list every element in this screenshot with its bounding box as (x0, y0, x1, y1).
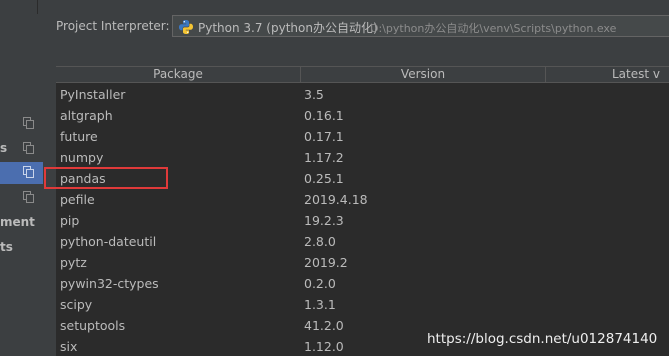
sidebar-item-5[interactable]: ment (0, 212, 43, 234)
sidebar-divider (37, 0, 38, 14)
package-version: 0.2.0 (304, 276, 336, 291)
package-version: 1.17.2 (304, 150, 344, 165)
package-version: 3.5 (304, 87, 324, 102)
package-name: setuptools (60, 318, 126, 333)
package-version: 0.16.1 (304, 108, 344, 123)
column-header-latest[interactable]: Latest v (546, 67, 669, 82)
settings-sidebar: s ment ts (0, 0, 43, 356)
table-row[interactable]: pywin32-ctypes 0.2.0 (56, 273, 669, 294)
interpreter-path: D:\python办公自动化\venv\Scripts\python.exe (370, 22, 617, 35)
watermark-text: https://blog.csdn.net/u012874140 (427, 331, 658, 347)
table-row[interactable]: scipy 1.3.1 (56, 294, 669, 315)
table-row[interactable]: future 0.17.1 (56, 126, 669, 147)
package-name: altgraph (60, 108, 113, 123)
package-name: pefile (60, 192, 95, 207)
package-name: PyInstaller (60, 87, 126, 102)
table-header: Package Version Latest v (56, 66, 669, 83)
python-icon (179, 20, 193, 34)
sidebar-item-label: ment (0, 215, 35, 229)
sidebar-item-4[interactable] (0, 187, 43, 209)
package-version: 41.2.0 (304, 318, 344, 333)
table-row[interactable]: python-dateutil 2.8.0 (56, 231, 669, 252)
sidebar-item-2[interactable]: s (0, 138, 43, 160)
package-name: numpy (60, 150, 104, 165)
package-name: pip (60, 213, 80, 228)
interpreter-select[interactable]: Python 3.7 (python办公自动化) D:\python办公自动化\… (172, 15, 669, 37)
copy-icon (23, 166, 34, 178)
sidebar-item-label: ts (0, 240, 13, 254)
package-name: python-dateutil (60, 234, 157, 249)
package-version: 1.12.0 (304, 339, 344, 354)
packages-table: Package Version Latest v PyInstaller 3.5… (56, 66, 669, 356)
copy-icon (23, 117, 34, 129)
package-version: 2019.2 (304, 255, 348, 270)
interpreter-label: Project Interpreter: (56, 19, 170, 33)
sidebar-item-label: s (0, 141, 8, 155)
copy-icon (23, 191, 34, 203)
pandas-highlight-box (44, 167, 168, 189)
table-row[interactable]: pefile 2019.4.18 (56, 189, 669, 210)
table-row[interactable]: pip 19.2.3 (56, 210, 669, 231)
table-row[interactable]: PyInstaller 3.5 (56, 84, 669, 105)
copy-icon (23, 142, 34, 154)
table-row[interactable]: altgraph 0.16.1 (56, 105, 669, 126)
package-version: 2019.4.18 (304, 192, 368, 207)
sidebar-item-project-interpreter[interactable] (0, 162, 43, 184)
package-version: 2.8.0 (304, 234, 336, 249)
column-header-package[interactable]: Package (56, 67, 300, 82)
interpreter-name: Python 3.7 (python办公自动化) (198, 21, 378, 35)
package-version: 19.2.3 (304, 213, 344, 228)
package-version: 1.3.1 (304, 297, 336, 312)
package-version: 0.25.1 (304, 171, 344, 186)
package-name: future (60, 129, 98, 144)
package-name: scipy (60, 297, 93, 312)
package-version: 0.17.1 (304, 129, 344, 144)
sidebar-item-6[interactable]: ts (0, 237, 43, 259)
package-name: six (60, 339, 78, 354)
column-header-version[interactable]: Version (301, 67, 545, 82)
sidebar-item-1[interactable] (0, 113, 43, 135)
package-name: pytz (60, 255, 87, 270)
settings-window: s ment ts Project Interpreter: Python 3.… (0, 0, 669, 356)
table-row[interactable]: numpy 1.17.2 (56, 147, 669, 168)
package-name: pywin32-ctypes (60, 276, 159, 291)
table-row[interactable]: pytz 2019.2 (56, 252, 669, 273)
